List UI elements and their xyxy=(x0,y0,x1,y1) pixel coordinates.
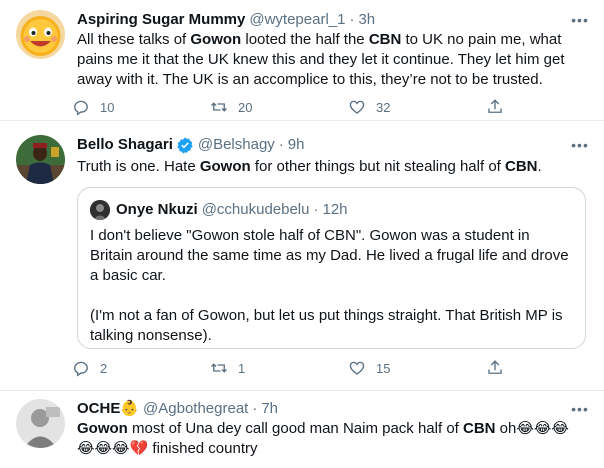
like-count: 32 xyxy=(376,99,391,115)
timestamp[interactable]: 12h xyxy=(323,200,348,220)
avatar[interactable] xyxy=(90,200,110,220)
share-button[interactable] xyxy=(486,359,604,377)
tweet-header: Bello Shagari @Belshagy · 9h xyxy=(77,135,304,155)
tweet-text: All these talks of Gowon looted the half… xyxy=(77,31,565,88)
more-icon[interactable]: ••• xyxy=(570,10,590,30)
quote-paragraph: I don't believe "Gowon stole half of CBN… xyxy=(90,227,569,284)
timestamp[interactable]: 3h xyxy=(358,10,375,30)
avatar[interactable] xyxy=(16,10,65,59)
tweet[interactable]: OCHE 👶 @Agbothegreat · 7h ••• Gowon most… xyxy=(0,391,604,468)
tweet[interactable]: Bello Shagari @Belshagy · 9h ••• Truth i… xyxy=(0,121,604,391)
quoted-tweet[interactable]: Onye Nkuzi @cchukudebelu · 12h I don't b… xyxy=(77,187,586,349)
display-name[interactable]: Onye Nkuzi xyxy=(116,200,198,220)
heart-icon xyxy=(349,361,365,375)
tweet-text: Truth is one. Hate Gowon for other thing… xyxy=(77,158,542,175)
reply-icon xyxy=(74,361,88,377)
tweet-actions: 10 20 32 xyxy=(72,97,604,117)
heart-icon xyxy=(349,100,365,114)
quoted-tweet-header: Onye Nkuzi @cchukudebelu · 12h xyxy=(116,200,348,220)
tweet-header: Aspiring Sugar Mummy @wytepearl_1 · 3h xyxy=(77,10,375,30)
reply-count: 2 xyxy=(100,360,108,376)
retweet-count: 20 xyxy=(238,99,253,115)
separator-dot: · xyxy=(313,201,319,218)
like-button[interactable]: 32 xyxy=(348,98,486,116)
retweet-icon xyxy=(211,363,227,373)
user-handle[interactable]: @Belshagy xyxy=(198,135,275,155)
tweet-actions: 2 1 15 xyxy=(72,358,604,378)
retweet-button[interactable]: 1 xyxy=(210,359,348,377)
reply-button[interactable]: 2 xyxy=(72,359,210,377)
like-button[interactable]: 15 xyxy=(348,359,486,377)
quote-paragraph: (I'm not a fan of Gowon, but let us put … xyxy=(90,307,563,344)
avatar[interactable] xyxy=(16,399,65,448)
display-name[interactable]: Bello Shagari xyxy=(77,135,173,155)
share-button[interactable] xyxy=(486,98,604,116)
avatar[interactable] xyxy=(16,135,65,184)
retweet-count: 1 xyxy=(238,360,246,376)
retweet-button[interactable]: 20 xyxy=(210,98,348,116)
like-count: 15 xyxy=(376,360,391,376)
reply-button[interactable]: 10 xyxy=(72,98,210,116)
name-emoji: 👶 xyxy=(120,400,140,417)
reply-icon xyxy=(74,100,88,116)
more-icon[interactable]: ••• xyxy=(570,135,590,155)
share-icon xyxy=(488,360,502,374)
timestamp[interactable]: 7h xyxy=(261,399,278,419)
retweet-icon xyxy=(211,102,227,112)
separator-dot: · xyxy=(278,136,284,153)
tweet[interactable]: Aspiring Sugar Mummy @wytepearl_1 · 3h •… xyxy=(0,0,604,121)
display-name[interactable]: OCHE xyxy=(77,399,120,419)
user-handle[interactable]: @Agbothegreat xyxy=(143,399,248,419)
tweet-header: OCHE 👶 @Agbothegreat · 7h xyxy=(77,399,278,419)
reply-count: 10 xyxy=(100,99,115,115)
separator-dot: · xyxy=(349,11,355,28)
separator-dot: · xyxy=(252,400,258,417)
timestamp[interactable]: 9h xyxy=(288,135,305,155)
verified-badge-icon xyxy=(177,137,193,154)
user-handle[interactable]: @cchukudebelu xyxy=(202,200,310,220)
share-icon xyxy=(488,99,502,113)
tweet-text: Gowon most of Una dey call good man Naim… xyxy=(77,420,569,457)
more-icon[interactable]: ••• xyxy=(570,399,590,419)
quoted-tweet-text: I don't believe "Gowon stole half of CBN… xyxy=(90,226,575,366)
display-name[interactable]: Aspiring Sugar Mummy xyxy=(77,10,245,30)
user-handle[interactable]: @wytepearl_1 xyxy=(249,10,345,30)
